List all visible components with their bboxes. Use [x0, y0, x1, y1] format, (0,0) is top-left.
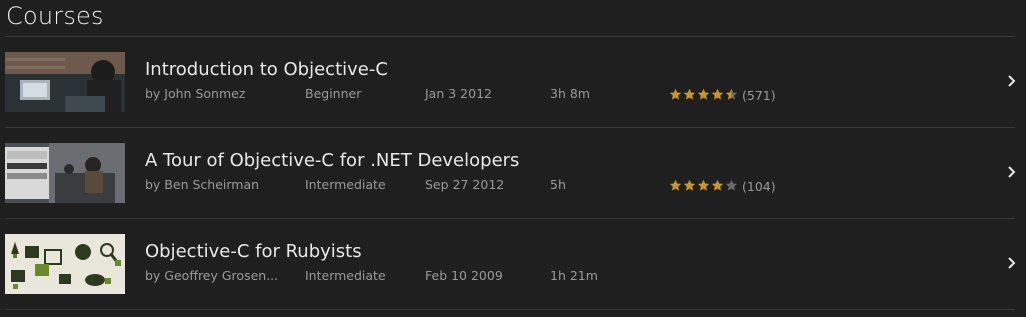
- course-row-objc-rubyists[interactable]: Objective-C for Rubyists by Geoffrey Gro…: [5, 218, 1023, 308]
- chevron-right-icon[interactable]: [1005, 69, 1019, 93]
- course-title[interactable]: A Tour of Objective-C for .NET Developer…: [145, 150, 519, 171]
- chevron-right-icon[interactable]: [1005, 160, 1019, 184]
- star-filled-icon: [669, 179, 682, 191]
- star-filled-icon: [683, 88, 696, 100]
- star-filled-icon: [697, 88, 710, 100]
- course-thumbnail: [5, 52, 125, 112]
- course-author: by John Sonmez: [145, 86, 246, 101]
- course-row-tour-objc-net[interactable]: A Tour of Objective-C for .NET Developer…: [5, 127, 1023, 217]
- course-title[interactable]: Objective-C for Rubyists: [145, 241, 362, 262]
- course-author: by Ben Scheirman: [145, 177, 260, 192]
- star-filled-icon: [683, 179, 696, 191]
- course-author: by Geoffrey Grosen...: [145, 268, 279, 283]
- course-date: Feb 10 2009: [425, 268, 503, 283]
- rating-stars: [669, 86, 739, 105]
- course-level: Intermediate: [305, 177, 386, 192]
- row-divider: [5, 309, 1015, 310]
- course-level: Intermediate: [305, 268, 386, 283]
- course-duration: 5h: [550, 177, 566, 192]
- course-date: Sep 27 2012: [425, 177, 505, 192]
- rating-stars: [669, 177, 739, 196]
- course-row-intro-objc[interactable]: Introduction to Objective-C by John Sonm…: [5, 36, 1023, 126]
- rating-count: (104): [742, 179, 776, 194]
- course-thumbnail: [5, 234, 125, 294]
- course-title[interactable]: Introduction to Objective-C: [145, 59, 388, 80]
- star-filled-icon: [711, 179, 724, 191]
- star-filled-icon: [697, 179, 710, 191]
- course-duration: 1h 21m: [550, 268, 598, 283]
- course-thumbnail: [5, 143, 125, 203]
- course-date: Jan 3 2012: [425, 86, 492, 101]
- rating-count: (571): [742, 88, 776, 103]
- star-filled-icon: [669, 88, 682, 100]
- star-half-icon: [725, 88, 738, 100]
- course-duration: 3h 8m: [550, 86, 590, 101]
- chevron-right-icon[interactable]: [1005, 251, 1019, 275]
- star-filled-icon: [711, 88, 724, 100]
- course-rating: (104): [669, 177, 776, 196]
- page-title: Courses: [6, 2, 104, 30]
- course-level: Beginner: [305, 86, 362, 101]
- star-empty-icon: [725, 179, 738, 191]
- course-rating: (571): [669, 86, 776, 105]
